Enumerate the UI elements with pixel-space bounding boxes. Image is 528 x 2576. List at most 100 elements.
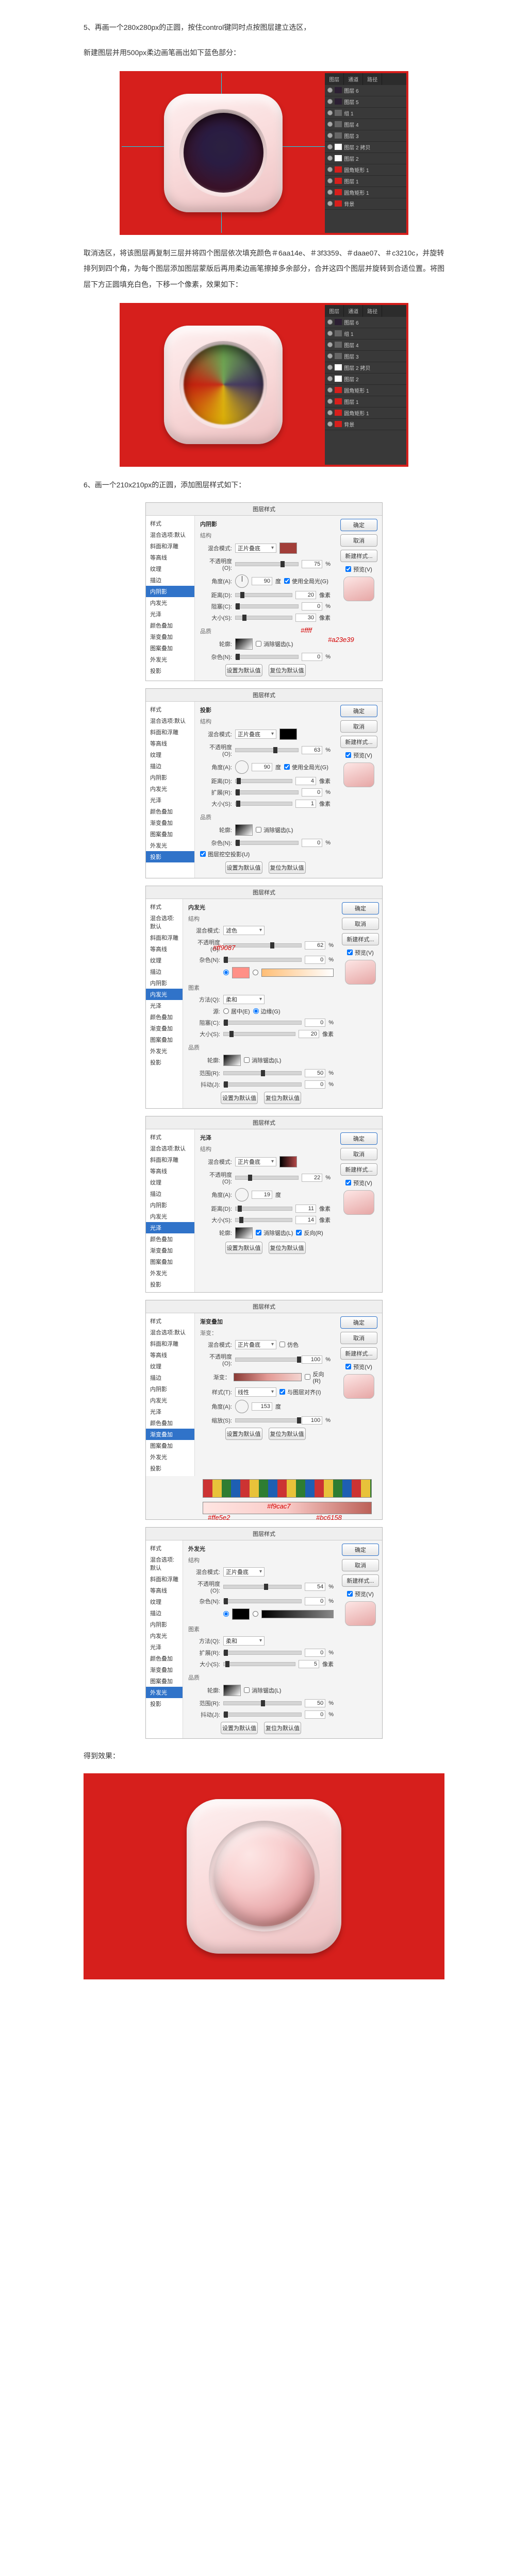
ok-button[interactable]: 确定 [340,1132,377,1145]
style-list-item[interactable]: 纹理 [146,1177,194,1188]
style-list-item[interactable]: 外发光 [146,1451,194,1463]
color-swatch[interactable] [279,728,297,740]
style-list-item[interactable]: 纹理 [146,1361,194,1372]
style-list-item[interactable]: 等高线 [146,1349,194,1361]
eye-icon[interactable] [327,178,333,183]
style-list-item[interactable]: 纹理 [146,1596,183,1607]
make-default-button[interactable]: 设置为默认值 [225,664,262,676]
style-list-item[interactable]: 内发光 [146,783,194,794]
style-list-item[interactable]: 投影 [146,1698,183,1709]
contour-picker[interactable] [235,1227,253,1239]
eye-icon[interactable] [327,387,333,393]
reset-default-button[interactable]: 复位为默认值 [269,664,306,676]
style-list-item[interactable]: 外发光 [146,840,194,851]
cancel-button[interactable]: 取消 [342,1559,379,1571]
eye-icon[interactable] [327,110,333,115]
style-list-item[interactable]: 描边 [146,1372,194,1383]
new-style-button[interactable]: 新建样式... [342,933,379,945]
choke-slider[interactable] [235,604,299,608]
color-swatch[interactable] [279,1156,297,1167]
style-list-item[interactable]: 内阴影 [146,1199,194,1211]
style-list-item[interactable]: 外发光 [146,1267,194,1279]
style-list-item[interactable]: 样式 [146,1131,194,1143]
style-list-item[interactable]: 投影 [146,1279,194,1290]
style-list-item[interactable]: 颜色叠加 [146,620,194,631]
contour-picker[interactable] [223,1055,241,1066]
eye-icon[interactable] [327,201,333,206]
style-list-item[interactable]: 样式 [146,518,194,529]
style-list-item[interactable]: 等高线 [146,738,194,749]
ok-button[interactable]: 确定 [340,1316,377,1329]
style-list-item[interactable]: 描边 [146,574,194,586]
cancel-button[interactable]: 取消 [340,1332,377,1344]
style-list-item[interactable]: 描边 [146,1607,183,1619]
distance-slider[interactable] [235,593,292,597]
preview-checkbox[interactable]: 预览(V) [345,565,372,573]
cancel-button[interactable]: 取消 [340,720,377,733]
style-list-item[interactable]: 斜面和浮雕 [146,726,194,738]
style-list-item[interactable]: 光泽 [146,1000,183,1011]
contour-picker[interactable] [223,1685,241,1696]
style-list-item[interactable]: 等高线 [146,552,194,563]
eye-icon[interactable] [327,331,333,336]
style-list-item[interactable]: 颜色叠加 [146,806,194,817]
eye-icon[interactable] [327,122,333,127]
angle-dial[interactable] [235,1400,249,1413]
global-light-checkbox[interactable]: 使用全局光(G) [284,577,328,585]
style-list-item[interactable]: 内发光 [146,989,183,1000]
eye-icon[interactable] [327,399,333,404]
glow-color-swatch[interactable] [232,967,250,978]
style-list-item[interactable]: 渐变叠加 [146,817,194,828]
gradient-bar[interactable] [234,1373,302,1381]
style-list-item[interactable]: 纹理 [146,563,194,574]
style-list-item[interactable]: 内发光 [146,1211,194,1222]
tab-channels[interactable]: 通道 [344,305,363,317]
style-list-item[interactable]: 投影 [146,851,194,862]
eye-icon[interactable] [327,319,333,325]
style-list-item[interactable]: 内阴影 [146,586,194,597]
antialias-checkbox[interactable]: 消除锯齿(L) [256,640,293,648]
style-list-item[interactable]: 混合选项:默认 [146,529,194,540]
ok-button[interactable]: 确定 [342,1544,379,1556]
style-list-item[interactable]: 纹理 [146,749,194,760]
style-list-item[interactable]: 光泽 [146,1222,194,1233]
style-list-item[interactable]: 图案叠加 [146,1034,183,1045]
gradient-preset-grid[interactable] [203,1479,372,1498]
noise-slider[interactable] [235,655,299,659]
style-list-item[interactable]: 斜面和浮雕 [146,540,194,552]
style-list-item[interactable]: 描边 [146,966,183,977]
style-list-item[interactable]: 斜面和浮雕 [146,1573,183,1585]
style-list-item[interactable]: 混合选项:默认 [146,912,183,932]
eye-icon[interactable] [327,156,333,161]
eye-icon[interactable] [327,144,333,149]
new-style-button[interactable]: 新建样式... [340,1347,377,1360]
style-list-item[interactable]: 斜面和浮雕 [146,1154,194,1165]
eye-icon[interactable] [327,88,333,93]
eye-icon[interactable] [327,167,333,172]
tab-layers[interactable]: 图层 [325,305,344,317]
new-style-button[interactable]: 新建样式... [340,1163,377,1176]
tab-paths[interactable]: 路径 [363,305,382,317]
tab-channels[interactable]: 通道 [344,73,363,85]
style-list-item[interactable]: 样式 [146,1315,194,1327]
cancel-button[interactable]: 取消 [342,918,379,930]
opacity-slider[interactable] [235,562,299,566]
style-list-item[interactable]: 等高线 [146,943,183,955]
eye-icon[interactable] [327,342,333,347]
color-swatch[interactable] [279,543,297,554]
style-list-item[interactable]: 渐变叠加 [146,1245,194,1256]
style-list-item[interactable]: 描边 [146,760,194,772]
eye-icon[interactable] [327,376,333,381]
style-list-item[interactable]: 渐变叠加 [146,1664,183,1675]
eye-icon[interactable] [327,133,333,138]
style-list-item[interactable]: 混合选项:默认 [146,1554,183,1573]
glow-color-swatch[interactable] [232,1608,250,1620]
style-list-item[interactable]: 内阴影 [146,1619,183,1630]
style-list-item[interactable]: 外发光 [146,654,194,665]
style-list-item[interactable]: 混合选项:默认 [146,715,194,726]
eye-icon[interactable] [327,353,333,359]
style-list-item[interactable]: 内阴影 [146,1383,194,1395]
style-list-item[interactable]: 渐变叠加 [146,631,194,642]
style-list-item[interactable]: 光泽 [146,794,194,806]
style-list-item[interactable]: 颜色叠加 [146,1653,183,1664]
